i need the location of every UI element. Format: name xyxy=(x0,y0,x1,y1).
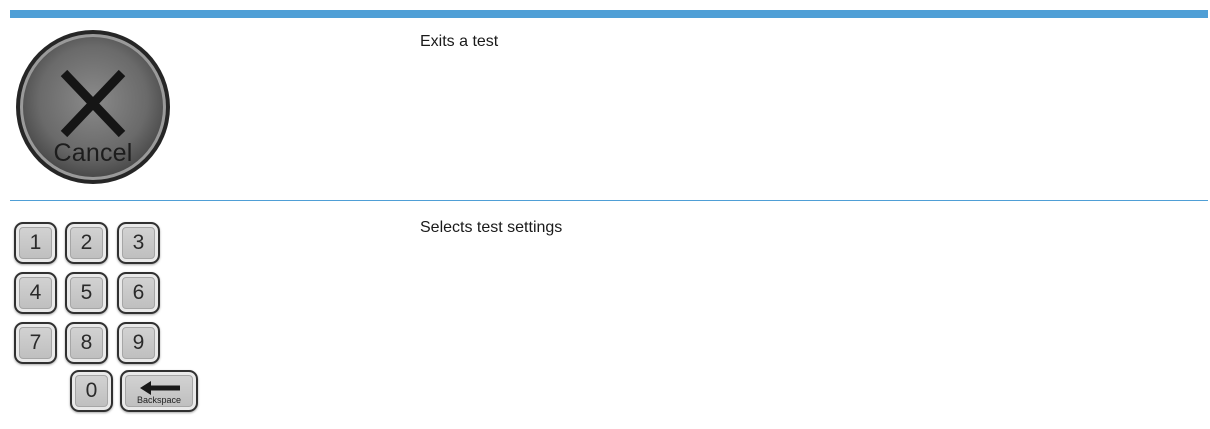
cancel-description: Exits a test xyxy=(420,33,499,50)
key-1-label: 1 xyxy=(29,231,42,254)
key-3-label: 3 xyxy=(132,231,145,254)
cancel-button[interactable]: Cancel xyxy=(14,28,172,186)
backspace-label: Backspace xyxy=(136,395,182,405)
keypad-description: Selects test settings xyxy=(420,219,563,236)
key-3[interactable]: 3 xyxy=(117,222,160,264)
key-1[interactable]: 1 xyxy=(14,222,57,264)
key-4[interactable]: 4 xyxy=(14,272,57,314)
key-8-label: 8 xyxy=(80,331,93,354)
row-divider xyxy=(10,200,1208,201)
key-2-label: 2 xyxy=(80,231,93,254)
key-0[interactable]: 0 xyxy=(70,370,113,412)
key-6-label: 6 xyxy=(132,281,145,304)
key-8[interactable]: 8 xyxy=(65,322,108,364)
key-7[interactable]: 7 xyxy=(14,322,57,364)
key-9-label: 9 xyxy=(132,331,145,354)
top-rule xyxy=(10,10,1208,18)
key-5[interactable]: 5 xyxy=(65,272,108,314)
key-6[interactable]: 6 xyxy=(117,272,160,314)
key-2[interactable]: 2 xyxy=(65,222,108,264)
left-arrow-icon xyxy=(140,381,180,395)
numeric-keypad: 1 2 3 4 5 6 7 8 9 0 Backspace xyxy=(14,222,204,412)
key-4-label: 4 xyxy=(29,281,42,304)
key-5-label: 5 xyxy=(80,281,93,304)
backspace-key[interactable]: Backspace xyxy=(120,370,198,412)
key-9[interactable]: 9 xyxy=(117,322,160,364)
key-0-label: 0 xyxy=(85,379,98,402)
key-7-label: 7 xyxy=(29,331,42,354)
cancel-label: Cancel xyxy=(53,139,133,167)
